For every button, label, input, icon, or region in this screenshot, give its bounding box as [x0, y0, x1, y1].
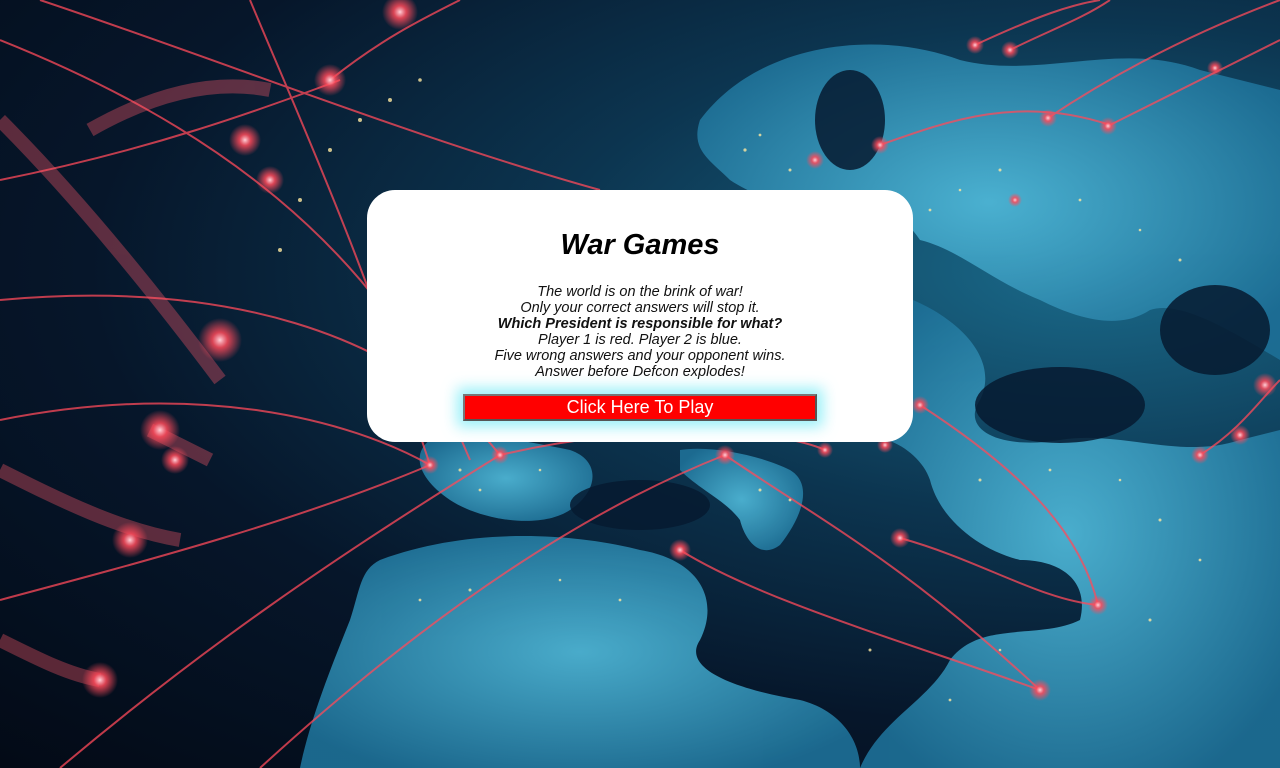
intro-dialog: War Games The world is on the brink of w…	[367, 190, 913, 442]
intro-line: The world is on the brink of war!	[537, 284, 743, 300]
intro-question: Which President is responsible for what?	[497, 316, 783, 332]
blurred-arcs	[0, 79, 272, 687]
game-title: War Games	[560, 229, 720, 261]
game-start-screen: War Games The world is on the brink of w…	[0, 0, 1280, 768]
play-button[interactable]: Click Here To Play	[463, 394, 817, 421]
intro-line: Five wrong answers and your opponent win…	[494, 348, 786, 364]
intro-line: Only your correct answers will stop it.	[520, 300, 760, 316]
intro-line: Player 1 is red. Player 2 is blue.	[538, 332, 742, 348]
intro-line: Answer before Defcon explodes!	[535, 364, 745, 380]
intro-text: The world is on the brink of war! Only y…	[367, 284, 913, 380]
